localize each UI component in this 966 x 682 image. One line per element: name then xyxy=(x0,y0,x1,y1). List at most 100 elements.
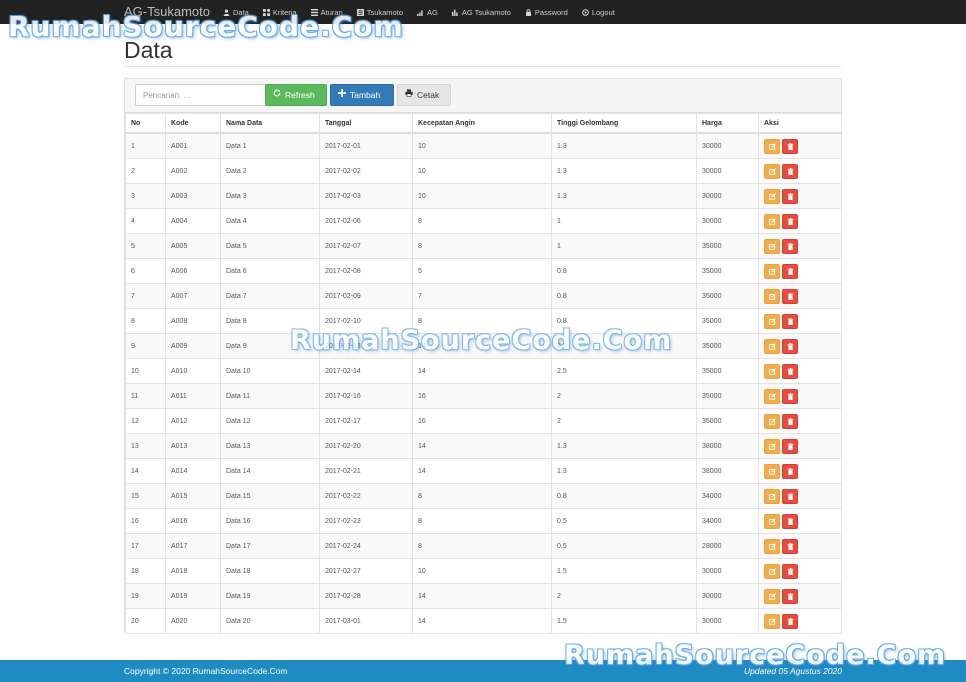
delete-button[interactable] xyxy=(782,138,798,154)
edit-button[interactable] xyxy=(764,313,780,329)
delete-button[interactable] xyxy=(782,213,798,229)
nav-item-logout[interactable]: Logout xyxy=(582,0,615,24)
delete-button[interactable] xyxy=(782,338,798,354)
nav-item-ag[interactable]: AG xyxy=(417,0,438,24)
trash-icon xyxy=(787,617,793,625)
table-row: 20 A020 Data 20 2017-03-01 14 1.5 30000 xyxy=(125,608,842,634)
edit-button[interactable] xyxy=(764,538,780,554)
edit-button[interactable] xyxy=(764,388,780,404)
edit-button[interactable] xyxy=(764,438,780,454)
cell-no: 2 xyxy=(125,158,166,184)
cell-tinggi-gelombang: 1.5 xyxy=(551,558,697,584)
edit-button[interactable] xyxy=(764,613,780,629)
table-row: 19 A019 Data 19 2017-02-28 14 2 30000 xyxy=(125,583,842,609)
col-header-harga[interactable]: Harga xyxy=(696,113,759,134)
edit-button[interactable] xyxy=(764,563,780,579)
edit-button[interactable] xyxy=(764,163,780,179)
cell-tanggal: 2017-02-28 xyxy=(319,583,413,609)
delete-button[interactable] xyxy=(782,513,798,529)
edit-button[interactable] xyxy=(764,588,780,604)
nav-item-kriteria[interactable]: Kriteria xyxy=(262,0,297,24)
edit-button[interactable] xyxy=(764,363,780,379)
delete-button[interactable] xyxy=(782,563,798,579)
edit-button[interactable] xyxy=(764,138,780,154)
cell-no: 9 xyxy=(125,333,166,359)
delete-button[interactable] xyxy=(782,288,798,304)
edit-button[interactable] xyxy=(764,413,780,429)
delete-button[interactable] xyxy=(782,438,798,454)
nav-item-data[interactable]: Data xyxy=(223,0,249,24)
cell-harga: 30000 xyxy=(696,208,759,234)
col-header-tanggal[interactable]: Tanggal xyxy=(319,113,413,134)
cell-aksi xyxy=(758,358,842,384)
navbar-brand[interactable]: AG-Tsukamoto xyxy=(124,4,210,20)
search-input[interactable] xyxy=(135,84,269,106)
cell-kode: A003 xyxy=(165,183,221,209)
cell-tanggal: 2017-02-08 xyxy=(319,258,413,284)
tambah-button[interactable]: Tambah xyxy=(330,84,394,106)
edit-icon xyxy=(768,417,776,425)
cell-kode: A005 xyxy=(165,233,221,259)
cell-harga: 38000 xyxy=(696,458,759,484)
cell-harga: 30000 xyxy=(696,583,759,609)
delete-button[interactable] xyxy=(782,613,798,629)
edit-button[interactable] xyxy=(764,213,780,229)
cell-no: 3 xyxy=(125,183,166,209)
cell-kode: A010 xyxy=(165,358,221,384)
edit-button[interactable] xyxy=(764,488,780,504)
cell-aksi xyxy=(758,458,842,484)
delete-button[interactable] xyxy=(782,463,798,479)
edit-icon xyxy=(768,442,776,450)
cell-tanggal: 2017-02-27 xyxy=(319,558,413,584)
trash-icon xyxy=(787,592,793,600)
cell-no: 13 xyxy=(125,433,166,459)
edit-button[interactable] xyxy=(764,513,780,529)
nav-item-label: Data xyxy=(233,7,249,17)
col-header-kode[interactable]: Kode xyxy=(165,113,221,134)
footer-updated: Updated 05 Agustus 2020 xyxy=(744,666,842,676)
cell-nama-data: Data 4 xyxy=(220,208,320,234)
cell-nama-data: Data 3 xyxy=(220,183,320,209)
cell-tinggi-gelombang: 1 xyxy=(551,208,697,234)
delete-button[interactable] xyxy=(782,163,798,179)
trash-icon xyxy=(787,267,793,275)
cell-kecepatan-angin: 10 xyxy=(412,158,552,184)
delete-button[interactable] xyxy=(782,413,798,429)
col-header-kecepatan-angin[interactable]: Kecepatan Angin xyxy=(412,113,552,134)
delete-button[interactable] xyxy=(782,388,798,404)
delete-button[interactable] xyxy=(782,188,798,204)
delete-button[interactable] xyxy=(782,263,798,279)
edit-button[interactable] xyxy=(764,238,780,254)
edit-button[interactable] xyxy=(764,263,780,279)
cell-tinggi-gelombang: 1 xyxy=(551,233,697,259)
nav-item-aturan[interactable]: Aturan xyxy=(310,0,343,24)
cetak-button[interactable]: Cetak xyxy=(397,84,451,106)
cell-harga: 34000 xyxy=(696,483,759,509)
nav-item-tsukamoto[interactable]: Tsukamoto xyxy=(356,0,403,24)
table-row: 10 A010 Data 10 2017-02-14 14 2.5 35000 xyxy=(125,358,842,384)
delete-button[interactable] xyxy=(782,488,798,504)
col-header-tinggi-gelombang[interactable]: Tinggi Gelombang xyxy=(551,113,697,134)
nav-item-ag-tsukamoto[interactable]: AG Tsukamoto xyxy=(451,0,511,24)
cell-nama-data: Data 12 xyxy=(220,408,320,434)
cell-no: 1 xyxy=(125,132,166,159)
col-header-no[interactable]: No xyxy=(125,113,166,134)
cell-tinggi-gelombang: 2.5 xyxy=(551,333,697,359)
delete-button[interactable] xyxy=(782,363,798,379)
cell-tanggal: 2017-02-03 xyxy=(319,183,413,209)
edit-button[interactable] xyxy=(764,463,780,479)
delete-button[interactable] xyxy=(782,538,798,554)
delete-button[interactable] xyxy=(782,238,798,254)
nav-item-password[interactable]: Password xyxy=(525,0,568,24)
refresh-button[interactable]: Refresh xyxy=(265,84,327,106)
delete-button[interactable] xyxy=(782,313,798,329)
edit-button[interactable] xyxy=(764,188,780,204)
edit-button[interactable] xyxy=(764,338,780,354)
cell-tinggi-gelombang: 0.8 xyxy=(551,283,697,309)
cell-aksi xyxy=(758,433,842,459)
grid-icon xyxy=(262,8,270,16)
col-header-nama-data[interactable]: Nama Data xyxy=(220,113,320,134)
edit-button[interactable] xyxy=(764,288,780,304)
delete-button[interactable] xyxy=(782,588,798,604)
cell-kode: A002 xyxy=(165,158,221,184)
